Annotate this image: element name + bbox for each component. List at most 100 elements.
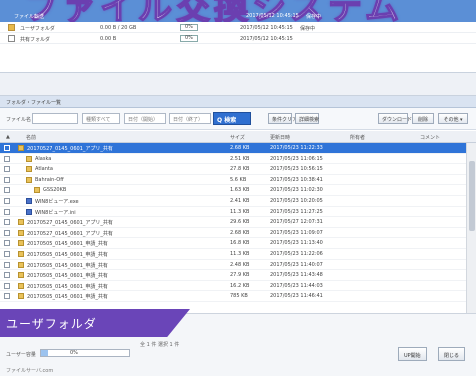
- file-row[interactable]: 20170505_0145_0601_申請_共有 16.2 KB 2017/05/2…: [0, 281, 466, 292]
- file-name: Alaska: [35, 155, 52, 162]
- file-list-scrollbar[interactable]: [466, 143, 476, 313]
- col-updated[interactable]: 更新日時: [270, 134, 290, 141]
- col-size[interactable]: サイズ: [230, 134, 245, 141]
- file-date: 2017/05/23 11:44:03: [270, 282, 323, 289]
- other-menu-button[interactable]: その他 ▾: [438, 113, 468, 124]
- row-checkbox[interactable]: [4, 240, 10, 247]
- row-checkbox[interactable]: [4, 272, 10, 279]
- row-checkbox[interactable]: [4, 176, 10, 183]
- quota-percent: 0%: [70, 350, 78, 356]
- clear-button[interactable]: 条件クリア: [268, 113, 297, 124]
- download-button[interactable]: ダウンロード: [378, 113, 412, 124]
- file-name: Atlanta: [35, 166, 53, 173]
- upper-row-pct: 0%: [180, 35, 198, 42]
- upper-row-date: 2017/05/12 10:45:15: [240, 25, 293, 31]
- date-from-input[interactable]: 日付（開始）: [124, 113, 166, 124]
- folder-icon: [18, 293, 24, 300]
- file-date: 2017/05/23 10:56:15: [270, 166, 323, 173]
- file-icon: [26, 198, 32, 204]
- file-size: 29.6 KB: [230, 219, 250, 226]
- file-row[interactable]: 20170505_0145_0601_申請_共有 27.9 KB 2017/05/2…: [0, 270, 466, 281]
- row-checkbox[interactable]: [4, 198, 10, 204]
- file-size: 27.8 KB: [230, 166, 250, 173]
- row-checkbox[interactable]: [4, 208, 10, 215]
- file-size: 5.6 KB: [230, 176, 247, 183]
- upper-row-size: 0.00 B: [100, 36, 117, 42]
- upper-row-user-folder[interactable]: ユーザフォルダ 0.00 B / 20 GB 0% 2017/05/12 10:…: [0, 22, 476, 33]
- file-row[interactable]: Atlanta 27.8 KB 2017/05/23 10:56:15: [0, 164, 466, 175]
- row-checkbox[interactable]: [4, 251, 10, 257]
- file-date: 2017/05/23 11:40:07: [270, 261, 323, 268]
- file-row[interactable]: 20170505_0145_0601_申請_共有 11.3 KB 2017/05/2…: [0, 249, 466, 260]
- file-name: 20170527_0145_0601_アプリ_共有: [27, 230, 113, 237]
- delete-button[interactable]: 削除: [412, 113, 434, 124]
- shared-folder-icon: [8, 35, 15, 42]
- upper-selected-date: 2017/05/12 10:45:15: [246, 13, 299, 19]
- file-name: 20170505_0145_0601_申請_共有: [27, 241, 108, 248]
- file-size: 11.3 KB: [230, 251, 250, 257]
- file-row[interactable]: WIN8ビューア.exe 2.41 KB 2017/05/23 10:20:05: [0, 196, 466, 207]
- file-row[interactable]: 20170527_0145_0601_アプリ_共有 2.68 KB 2017/05/…: [0, 143, 466, 154]
- panel-title: フォルダ・ファイル一覧: [6, 100, 62, 106]
- row-checkbox[interactable]: [4, 261, 10, 268]
- upper-row-shared-folder[interactable]: 共有フォルダ 0.00 B 0% 2017/05/12 10:45:15: [0, 33, 476, 44]
- file-date: 2017/05/23 11:09:07: [270, 229, 323, 236]
- file-row[interactable]: WIN8ビューア.ini 11.3 KB 2017/05/23 11:27:25: [0, 207, 466, 218]
- file-row[interactable]: 20170505_0145_0601_申請_共有 785 KB 2017/05/23…: [0, 291, 466, 302]
- file-row[interactable]: 20170527_0145_0601_アプリ_共有 2.68 KB 2017/05/…: [0, 228, 466, 239]
- upper-row-name: 共有フォルダ: [20, 37, 51, 43]
- file-size: 2.48 KB: [230, 261, 250, 268]
- col-name[interactable]: 名前: [26, 134, 36, 141]
- row-checkbox[interactable]: [4, 145, 10, 151]
- row-checkbox[interactable]: [4, 166, 10, 173]
- row-checkbox[interactable]: [4, 293, 10, 300]
- file-row[interactable]: Alaska 2.51 KB 2017/05/23 11:06:15: [0, 154, 466, 165]
- row-checkbox[interactable]: [4, 155, 10, 162]
- file-name: GSS20KB: [43, 187, 67, 194]
- upper-selected-name: ファイル転送: [14, 14, 45, 20]
- folder-panel-header: フォルダ・ファイル一覧: [0, 96, 476, 108]
- file-name: WIN8ビューア.ini: [35, 209, 76, 216]
- file-row[interactable]: 20170505_0145_0601_申請_共有 2.48 KB 2017/05/2…: [0, 260, 466, 271]
- scroll-thumb[interactable]: [469, 161, 475, 231]
- quota-fill: [41, 350, 49, 356]
- file-name: 20170505_0145_0601_申請_共有: [27, 273, 108, 280]
- folder-icon: [18, 219, 24, 226]
- file-date: 2017/05/23 11:06:15: [270, 155, 323, 162]
- row-checkbox[interactable]: [4, 229, 10, 236]
- file-size: 1.63 KB: [230, 187, 250, 194]
- upper-selected-row[interactable]: ファイル転送 2017/05/12 10:45:15 保存中: [6, 11, 326, 21]
- folder-icon: [18, 261, 24, 268]
- folder-icon: [34, 187, 40, 194]
- col-owner[interactable]: 所有者: [350, 134, 365, 141]
- upper-row-pct: 0%: [180, 24, 198, 31]
- quota-bar: [40, 349, 130, 357]
- file-size: 2.41 KB: [230, 198, 250, 204]
- filter-label: ファイル名: [6, 117, 32, 123]
- folder-icon: [18, 145, 24, 151]
- file-row[interactable]: GSS20KB 1.63 KB 2017/05/23 11:02:30: [0, 185, 466, 196]
- file-row[interactable]: Bahrain-Off 5.6 KB 2017/05/23 10:38:41: [0, 175, 466, 186]
- search-button[interactable]: Q 検索: [213, 112, 251, 125]
- file-date: 2017/05/23 10:38:41: [270, 176, 323, 183]
- row-checkbox[interactable]: [4, 187, 10, 194]
- upper-row-name: ユーザフォルダ: [20, 26, 55, 32]
- type-select[interactable]: 種類すべて: [82, 113, 120, 124]
- file-icon: [26, 208, 32, 215]
- sort-icon[interactable]: ▲: [6, 134, 10, 140]
- filename-input[interactable]: [32, 113, 78, 124]
- row-checkbox[interactable]: [4, 282, 10, 289]
- quota-label: ユーザー容量: [6, 352, 36, 358]
- date-to-input[interactable]: 日付（終了）: [169, 113, 211, 124]
- file-row[interactable]: 20170505_0145_0601_申請_共有 16.8 KB 2017/05/2…: [0, 238, 466, 249]
- detail-search-button[interactable]: 詳細検索: [295, 113, 319, 124]
- col-comment[interactable]: コメント: [420, 134, 440, 141]
- close-button[interactable]: 閉じる: [438, 347, 466, 361]
- file-name: Bahrain-Off: [35, 176, 64, 183]
- row-checkbox[interactable]: [4, 219, 10, 226]
- upload-start-button[interactable]: UP開始: [398, 347, 427, 361]
- folder-icon: [26, 155, 32, 162]
- file-size: 2.68 KB: [230, 145, 250, 151]
- user-folder-badge: ユーザフォルダ: [0, 309, 190, 337]
- file-row[interactable]: 20170527_0145_0601_アプリ_共有 29.6 KB 2017/05/…: [0, 217, 466, 228]
